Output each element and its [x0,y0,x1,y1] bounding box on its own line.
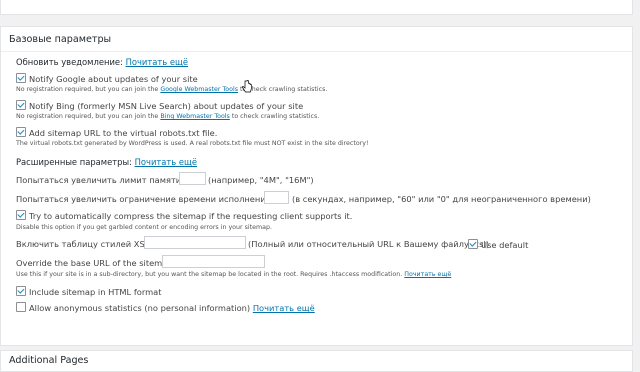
bing-webmaster-tools-link[interactable]: Bing Webmaster Tools [160,113,230,120]
base-url-input[interactable] [162,255,265,268]
time-limit-input[interactable] [264,191,289,204]
notify-read-more-link[interactable]: Почитать ещё [126,57,189,67]
compress-option[interactable]: Try to automatically compress the sitema… [16,210,352,221]
base-url-read-more-link[interactable]: Почитать ещё [404,271,451,278]
robots-option[interactable]: Add sitemap URL to the virtual robots.tx… [16,127,217,138]
base-url-label: Override the base URL of the sitemap: [16,258,176,268]
google-webmaster-tools-link[interactable]: Google Webmaster Tools [160,86,238,93]
xslt-url-input[interactable] [144,236,246,249]
hand-cursor-icon [241,80,252,93]
notify-google-checkbox[interactable] [16,73,26,83]
xslt-hint: (Полный или относительный URL к Вашему ф… [248,239,489,249]
notify-google-label: Notify Google about updates of your site [29,74,198,84]
notify-bing-checkbox[interactable] [16,100,26,110]
notify-bing-note: No registration required, but you can jo… [16,113,320,120]
html-format-option[interactable]: Include sitemap in HTML format [16,286,162,297]
html-format-checkbox[interactable] [16,286,26,296]
memory-limit-label: Попытаться увеличить лимит памяти до: [16,175,198,185]
anon-stats-read-more-link[interactable]: Почитать ещё [253,303,315,313]
memory-limit-input[interactable] [179,172,206,185]
base-url-note: Use this if your site is in a sub-direct… [16,271,452,278]
compress-note: Disable this option if you get garbled c… [16,224,272,231]
panel-title: Базовые параметры [9,34,112,45]
additional-pages-panel: Additional Pages [0,350,633,372]
time-limit-label: Попытаться увеличить ограничение времени… [16,194,287,204]
additional-pages-title: Additional Pages [9,355,89,366]
robots-note: The virtual robots.txt generated by Word… [16,140,369,147]
advanced-heading: Расширенные параметры: Почитать ещё [16,157,198,167]
robots-checkbox[interactable] [16,127,26,137]
notify-bing-option[interactable]: Notify Bing (formerly MSN Live Search) a… [16,100,303,111]
panel-divider [1,51,632,52]
anon-stats-label: Allow anonymous statistics (no personal … [29,303,251,313]
notify-google-note: No registration required, but you can jo… [16,86,328,93]
anon-stats-option[interactable]: Allow anonymous statistics (no personal … [16,302,315,313]
anon-stats-checkbox[interactable] [16,302,26,312]
previous-panel [0,0,633,15]
html-format-label: Include sitemap in HTML format [29,287,162,297]
use-default-option[interactable]: Use default [468,239,528,250]
notify-bing-label: Notify Bing (formerly MSN Live Search) a… [29,101,304,111]
xslt-label: Включить таблицу стилей XSLT: [16,239,156,249]
memory-limit-hint: (например, "4M", "16M") [208,175,314,185]
time-limit-hint: (в секундах, например, "60" или "0" для … [292,194,591,204]
compress-label: Try to automatically compress the sitema… [29,211,353,221]
robots-label: Add sitemap URL to the virtual robots.tx… [29,128,218,138]
use-default-checkbox[interactable] [468,239,478,249]
advanced-read-more-link[interactable]: Почитать ещё [135,157,198,167]
compress-checkbox[interactable] [16,210,26,220]
use-default-label: Use default [481,240,529,250]
notify-google-option[interactable]: Notify Google about updates of your site [16,73,198,84]
notify-heading: Обновить уведомление: Почитать ещё [16,57,189,67]
